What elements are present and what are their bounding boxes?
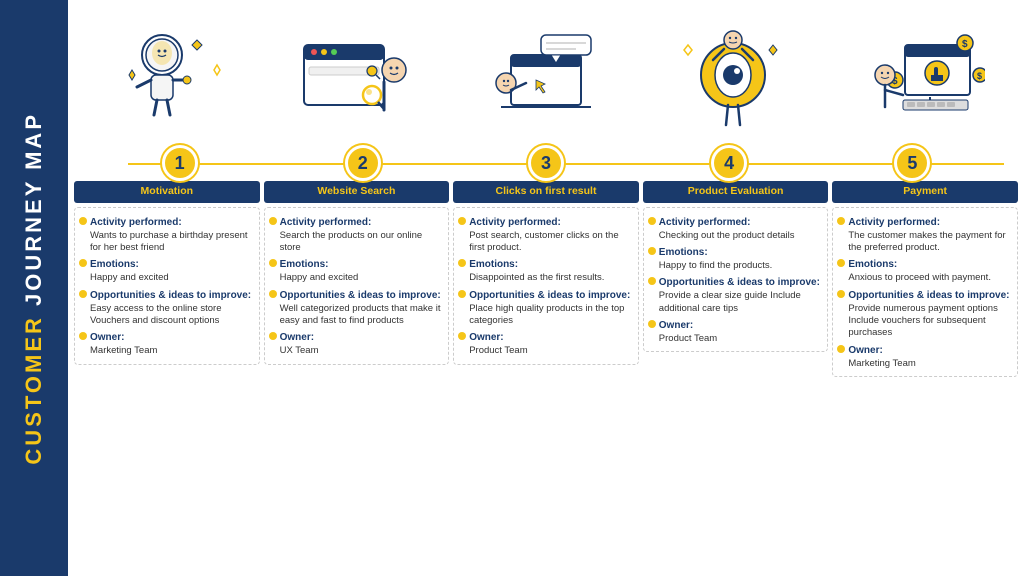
col-body-4: Activity performed: Checking out the pro…: [643, 207, 829, 353]
activity-text-2: Search the products on our online store: [269, 230, 445, 255]
activity-text-4: Checking out the product details: [648, 230, 824, 242]
owner-text-2: UX Team: [269, 345, 445, 357]
dot: [648, 247, 656, 255]
dot: [837, 345, 845, 353]
dot: [837, 259, 845, 267]
emotions-title-2: Emotions:: [269, 258, 445, 271]
step-circle-3: 3: [528, 145, 564, 181]
emotions-text-1: Happy and excited: [79, 272, 255, 284]
columns-row: Motivation Activity performed: Wants to …: [68, 181, 1024, 576]
illus-step-5: $ $ $: [827, 15, 1014, 145]
emotions-text-4: Happy to find the products.: [648, 260, 824, 272]
col-header-4: Product Evaluation: [643, 181, 829, 203]
dot: [79, 290, 87, 298]
emotions-text-5: Anxious to proceed with payment.: [837, 272, 1013, 284]
emotions-title-5: Emotions:: [837, 258, 1013, 271]
column-5: Payment Activity performed: The customer…: [832, 181, 1018, 572]
step-circles: 1 2 3 4 5: [88, 145, 1004, 181]
opps-title-1: Opportunities & ideas to improve:: [79, 289, 255, 302]
dot: [648, 320, 656, 328]
opps-title-4: Opportunities & ideas to improve:: [648, 276, 824, 289]
owner-title-5: Owner:: [837, 344, 1013, 357]
opps-text-5: Provide numerous payment options Include…: [837, 303, 1013, 340]
dot: [458, 332, 466, 340]
dot: [269, 217, 277, 225]
sidebar: CUSTOMER JOURNEY MAP: [0, 0, 68, 576]
owner-text-3: Product Team: [458, 345, 634, 357]
activity-text-1: Wants to purchase a birthday present for…: [79, 230, 255, 255]
illus-step-3: [452, 15, 639, 145]
col-header-2: Website Search: [264, 181, 450, 203]
sidebar-title: CUSTOMER JOURNEY MAP: [23, 112, 45, 465]
emotions-text-3: Disappointed as the first results.: [458, 272, 634, 284]
dot: [269, 290, 277, 298]
col-header-5: Payment: [832, 181, 1018, 203]
svg-text:$: $: [977, 71, 982, 81]
emotions-text-2: Happy and excited: [269, 272, 445, 284]
owner-title-1: Owner:: [79, 331, 255, 344]
opps-title-2: Opportunities & ideas to improve:: [269, 289, 445, 302]
dot: [458, 259, 466, 267]
col-body-3: Activity performed: Post search, custome…: [453, 207, 639, 365]
step-circle-2: 2: [345, 145, 381, 181]
dot: [837, 290, 845, 298]
column-3: Clicks on first result Activity performe…: [453, 181, 639, 572]
dot: [79, 217, 87, 225]
owner-title-4: Owner:: [648, 319, 824, 332]
illus-step-2: [265, 15, 452, 145]
activity-title-1: Activity performed:: [79, 216, 255, 229]
dot: [648, 277, 656, 285]
owner-title-2: Owner:: [269, 331, 445, 344]
owner-text-1: Marketing Team: [79, 345, 255, 357]
column-2: Website Search Activity performed: Searc…: [264, 181, 450, 572]
dot: [79, 332, 87, 340]
activity-title-2: Activity performed:: [269, 216, 445, 229]
dot: [269, 332, 277, 340]
illustrations-row: $ $ $: [68, 0, 1024, 145]
opps-title-3: Opportunities & ideas to improve:: [458, 289, 634, 302]
col-header-1: Motivation: [74, 181, 260, 203]
owner-text-4: Product Team: [648, 333, 824, 345]
col-body-2: Activity performed: Search the products …: [264, 207, 450, 365]
activity-title-3: Activity performed:: [458, 216, 634, 229]
opps-text-4: Provide a clear size guide Include addit…: [648, 290, 824, 315]
owner-text-5: Marketing Team: [837, 358, 1013, 370]
col-body-5: Activity performed: The customer makes t…: [832, 207, 1018, 377]
activity-text-3: Post search, customer clicks on the firs…: [458, 230, 634, 255]
timeline-row: 1 2 3 4 5: [68, 145, 1024, 181]
col-body-1: Activity performed: Wants to purchase a …: [74, 207, 260, 365]
activity-title-5: Activity performed:: [837, 216, 1013, 229]
col-header-3: Clicks on first result: [453, 181, 639, 203]
illus-step-1: [78, 15, 265, 145]
dot: [458, 290, 466, 298]
emotions-title-4: Emotions:: [648, 246, 824, 259]
svg-text:$: $: [962, 39, 968, 50]
emotions-title-3: Emotions:: [458, 258, 634, 271]
dot: [269, 259, 277, 267]
opps-title-5: Opportunities & ideas to improve:: [837, 289, 1013, 302]
activity-title-4: Activity performed:: [648, 216, 824, 229]
step-circle-5: 5: [894, 145, 930, 181]
sidebar-word-customer: CUSTOMER: [21, 306, 46, 465]
opps-text-2: Well categorized products that make it e…: [269, 303, 445, 328]
activity-text-5: The customer makes the payment for the p…: [837, 230, 1013, 255]
owner-title-3: Owner:: [458, 331, 634, 344]
dot: [79, 259, 87, 267]
dot: [458, 217, 466, 225]
dot: [648, 217, 656, 225]
emotions-title-1: Emotions:: [79, 258, 255, 271]
step-circle-1: 1: [162, 145, 198, 181]
column-4: Product Evaluation Activity performed: C…: [643, 181, 829, 572]
sidebar-word-journey: JOURNEY MAP: [21, 112, 46, 306]
opps-text-1: Easy access to the online store Vouchers…: [79, 303, 255, 328]
main-content: $ $ $: [68, 0, 1024, 576]
dot: [837, 217, 845, 225]
column-1: Motivation Activity performed: Wants to …: [74, 181, 260, 572]
opps-text-3: Place high quality products in the top c…: [458, 303, 634, 328]
step-circle-4: 4: [711, 145, 747, 181]
illus-step-4: [640, 15, 827, 145]
